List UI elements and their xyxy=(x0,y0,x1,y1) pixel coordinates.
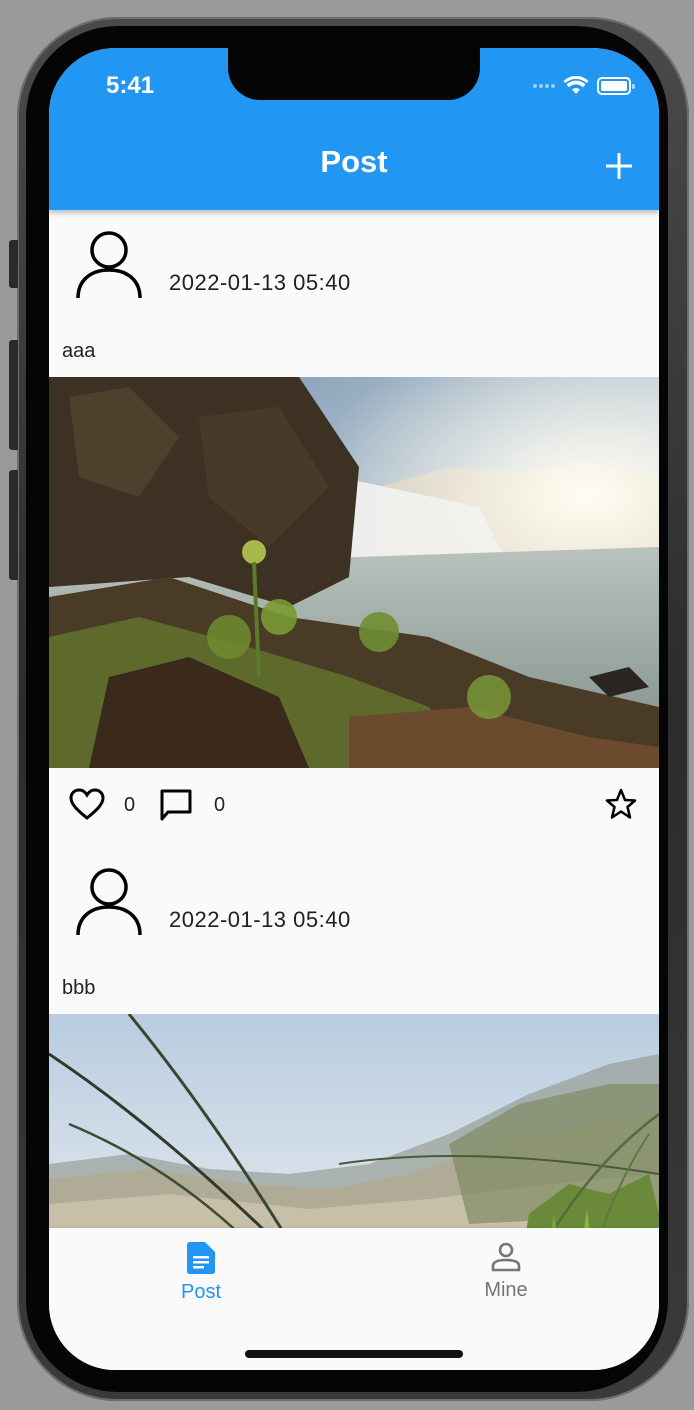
nav-item-mine[interactable]: Mine xyxy=(446,1242,566,1302)
post-header: 2022-01-13 05:40 xyxy=(49,210,659,332)
like-count: 0 xyxy=(124,794,136,816)
comment-icon xyxy=(160,789,192,821)
volume-up-button xyxy=(9,340,18,450)
heart-outline-icon xyxy=(69,788,105,820)
mute-switch xyxy=(9,240,18,288)
wifi-icon xyxy=(563,76,589,94)
status-time: 5:41 xyxy=(106,72,155,99)
bottom-navigation-bar: Post Mine xyxy=(49,1228,659,1370)
nav-item-post[interactable]: Post xyxy=(141,1242,261,1304)
post-text: aaa xyxy=(62,340,96,362)
battery-icon xyxy=(597,77,635,95)
post-actions: 0 0 xyxy=(49,768,659,844)
notch xyxy=(228,48,480,100)
add-post-button[interactable] xyxy=(599,146,639,186)
post-card: 2022-01-13 05:40 aaa 0 0 xyxy=(49,210,659,850)
star-outline-icon xyxy=(605,788,637,819)
volume-down-button xyxy=(9,470,18,580)
post-time: 2022-01-13 05:40 xyxy=(169,907,351,932)
document-icon xyxy=(187,1242,215,1274)
like-button[interactable] xyxy=(69,788,105,820)
post-feed[interactable]: 2022-01-13 05:40 aaa 0 0 2022-01-13 05:4… xyxy=(49,210,659,1228)
status-icons xyxy=(533,76,635,96)
nav-label-mine: Mine xyxy=(484,1279,528,1301)
cellular-signal-icon xyxy=(533,84,555,88)
person-outline-icon[interactable] xyxy=(73,867,145,939)
app-screen: 5:41 Post 2022-01-13 05:40 aaa 0 0 2022-… xyxy=(49,48,659,1370)
post-text: bbb xyxy=(62,977,96,999)
person-outline-icon[interactable] xyxy=(73,230,145,302)
page-title: Post xyxy=(320,144,388,179)
comment-count: 0 xyxy=(214,794,226,816)
plus-icon xyxy=(606,153,632,179)
favorite-button[interactable] xyxy=(605,788,637,820)
post-time: 2022-01-13 05:40 xyxy=(169,270,351,295)
nav-label-post: Post xyxy=(180,1281,222,1303)
post-header: 2022-01-13 05:40 xyxy=(49,847,659,969)
waterfall-landscape-photo[interactable] xyxy=(49,377,659,768)
home-indicator[interactable] xyxy=(245,1350,463,1358)
person-icon xyxy=(491,1242,521,1272)
beach-grass-photo[interactable] xyxy=(49,1014,659,1228)
post-card: 2022-01-13 05:40 bbb xyxy=(49,847,659,1228)
comment-button[interactable] xyxy=(159,788,193,822)
